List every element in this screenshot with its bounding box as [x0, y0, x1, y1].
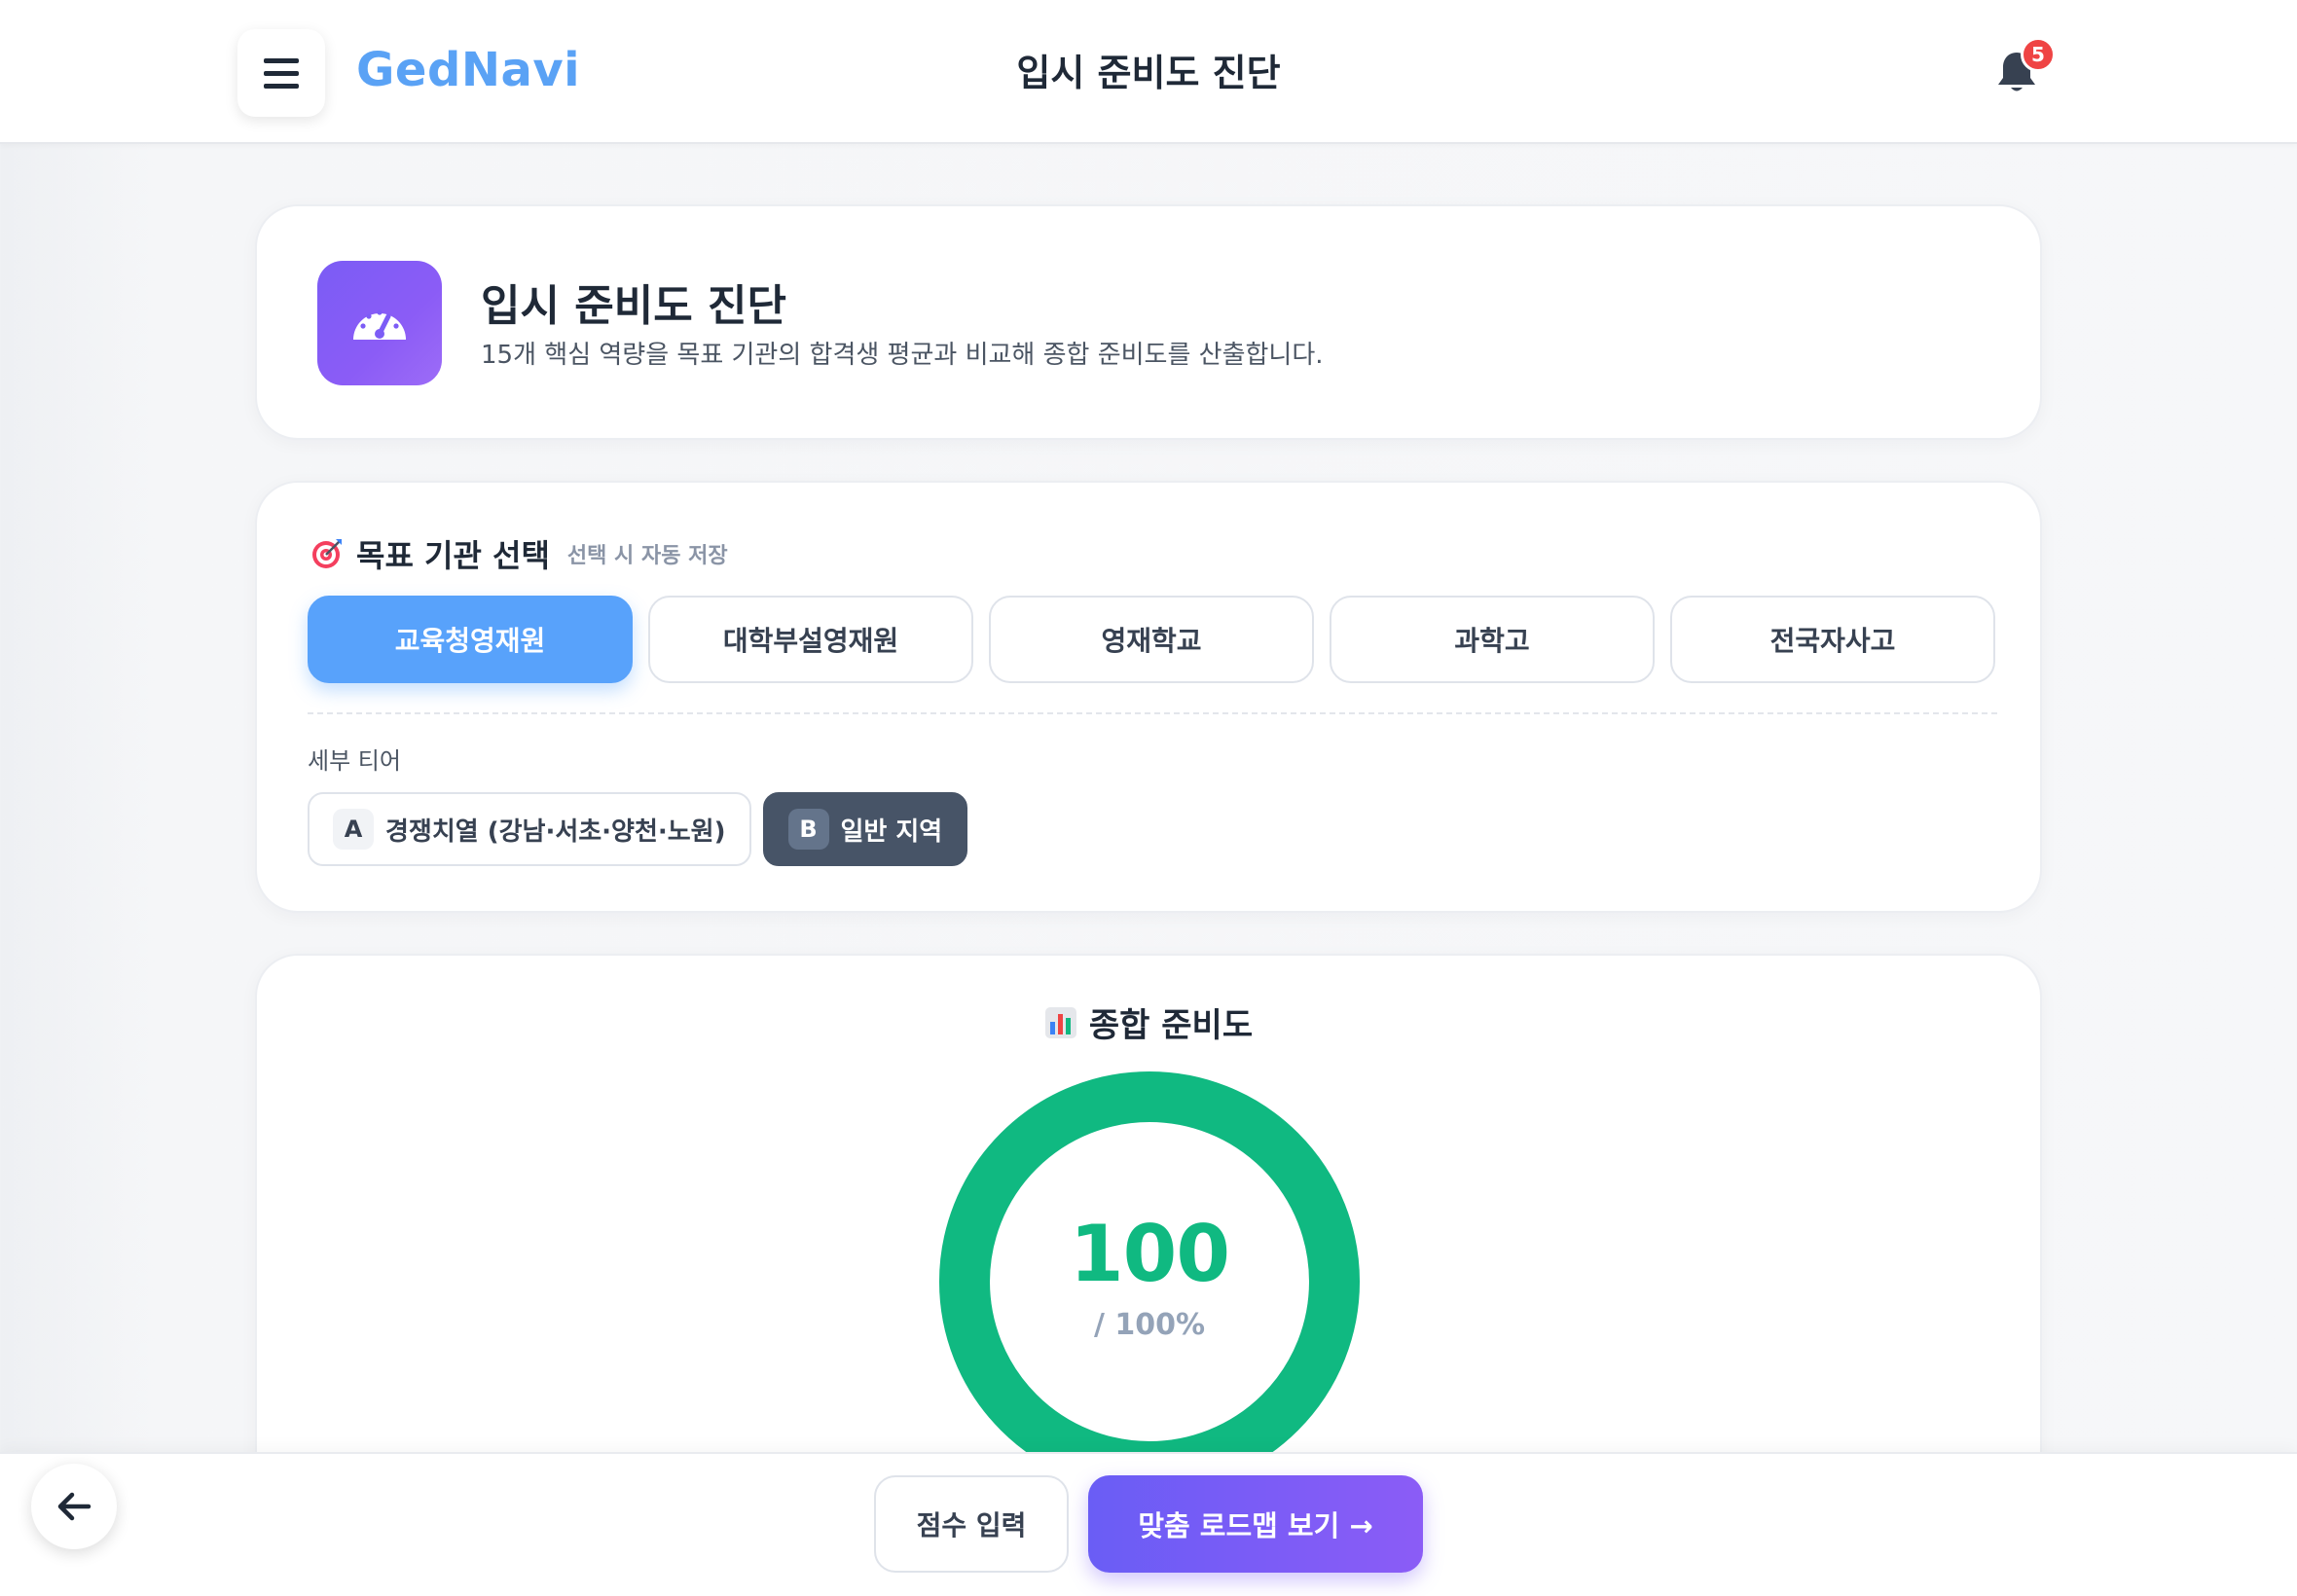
notification-badge: 5 [2021, 37, 2056, 72]
overall-title: 종합 준비도 [1088, 1006, 1254, 1045]
tier-chip: B [787, 809, 829, 850]
tab-education-office-gifted[interactable]: 교육청영재원 [308, 596, 633, 683]
hero-card: 입시 준비도 진단 15개 핵심 역량을 목표 기관의 합격생 평균과 비교해 … [255, 204, 2042, 440]
gauge-icon [317, 261, 442, 385]
page-title: 입시 준비도 진단 [1016, 52, 1281, 94]
autosave-note: 선택 시 자동 저장 [566, 544, 728, 568]
back-button[interactable] [31, 1464, 117, 1549]
bar-chart-icon [1044, 1006, 1076, 1038]
overall-header: 종합 준비도 [257, 998, 2040, 1046]
tier-label-text: 일반 지역 [840, 816, 943, 847]
tier-label-text: 경쟁치열 (강남·서초·양천·노원) [385, 816, 726, 847]
tab-gifted-school[interactable]: 영재학교 [989, 596, 1314, 683]
tab-national-private-high[interactable]: 전국자사고 [1670, 596, 1995, 683]
section-divider [308, 712, 1997, 714]
tier-label: 세부 티어 [308, 747, 401, 775]
target-section-header: 목표 기관 선택 선택 시 자동 저장 [310, 531, 728, 576]
tab-university-gifted[interactable]: 대학부설영재원 [648, 596, 973, 683]
roadmap-button[interactable]: 맞춤 로드맵 보기 → [1088, 1475, 1423, 1573]
target-icon [312, 539, 342, 568]
tab-science-high[interactable]: 과학고 [1330, 596, 1655, 683]
arrow-left-icon [57, 1492, 91, 1521]
readiness-score: 100 [1070, 1209, 1230, 1299]
hero-title: 입시 준비도 진단 [481, 281, 786, 331]
target-section-title: 목표 기관 선택 [356, 537, 550, 574]
tier-chip: A [333, 809, 374, 850]
tier-b-button[interactable]: B 일반 지역 [762, 792, 968, 866]
score-input-button[interactable]: 점수 입력 [874, 1475, 1069, 1573]
target-selection-card: 목표 기관 선택 선택 시 자동 저장 교육청영재원 대학부설영재원 영재학교 … [255, 481, 2042, 913]
hero-subtitle: 15개 핵심 역량을 목표 기관의 합격생 평균과 비교해 종합 준비도를 산출… [481, 341, 1324, 370]
tier-options: A 경쟁치열 (강남·서초·양천·노원) B 일반 지역 [308, 792, 968, 866]
app-header: GedNavi 입시 준비도 진단 5 [0, 0, 2297, 144]
institution-tabs: 교육청영재원 대학부설영재원 영재학교 과학고 전국자사고 [308, 596, 1995, 683]
tier-a-button[interactable]: A 경쟁치열 (강남·서초·양천·노원) [308, 792, 751, 866]
readiness-score-suffix: / 100% [1093, 1308, 1206, 1342]
